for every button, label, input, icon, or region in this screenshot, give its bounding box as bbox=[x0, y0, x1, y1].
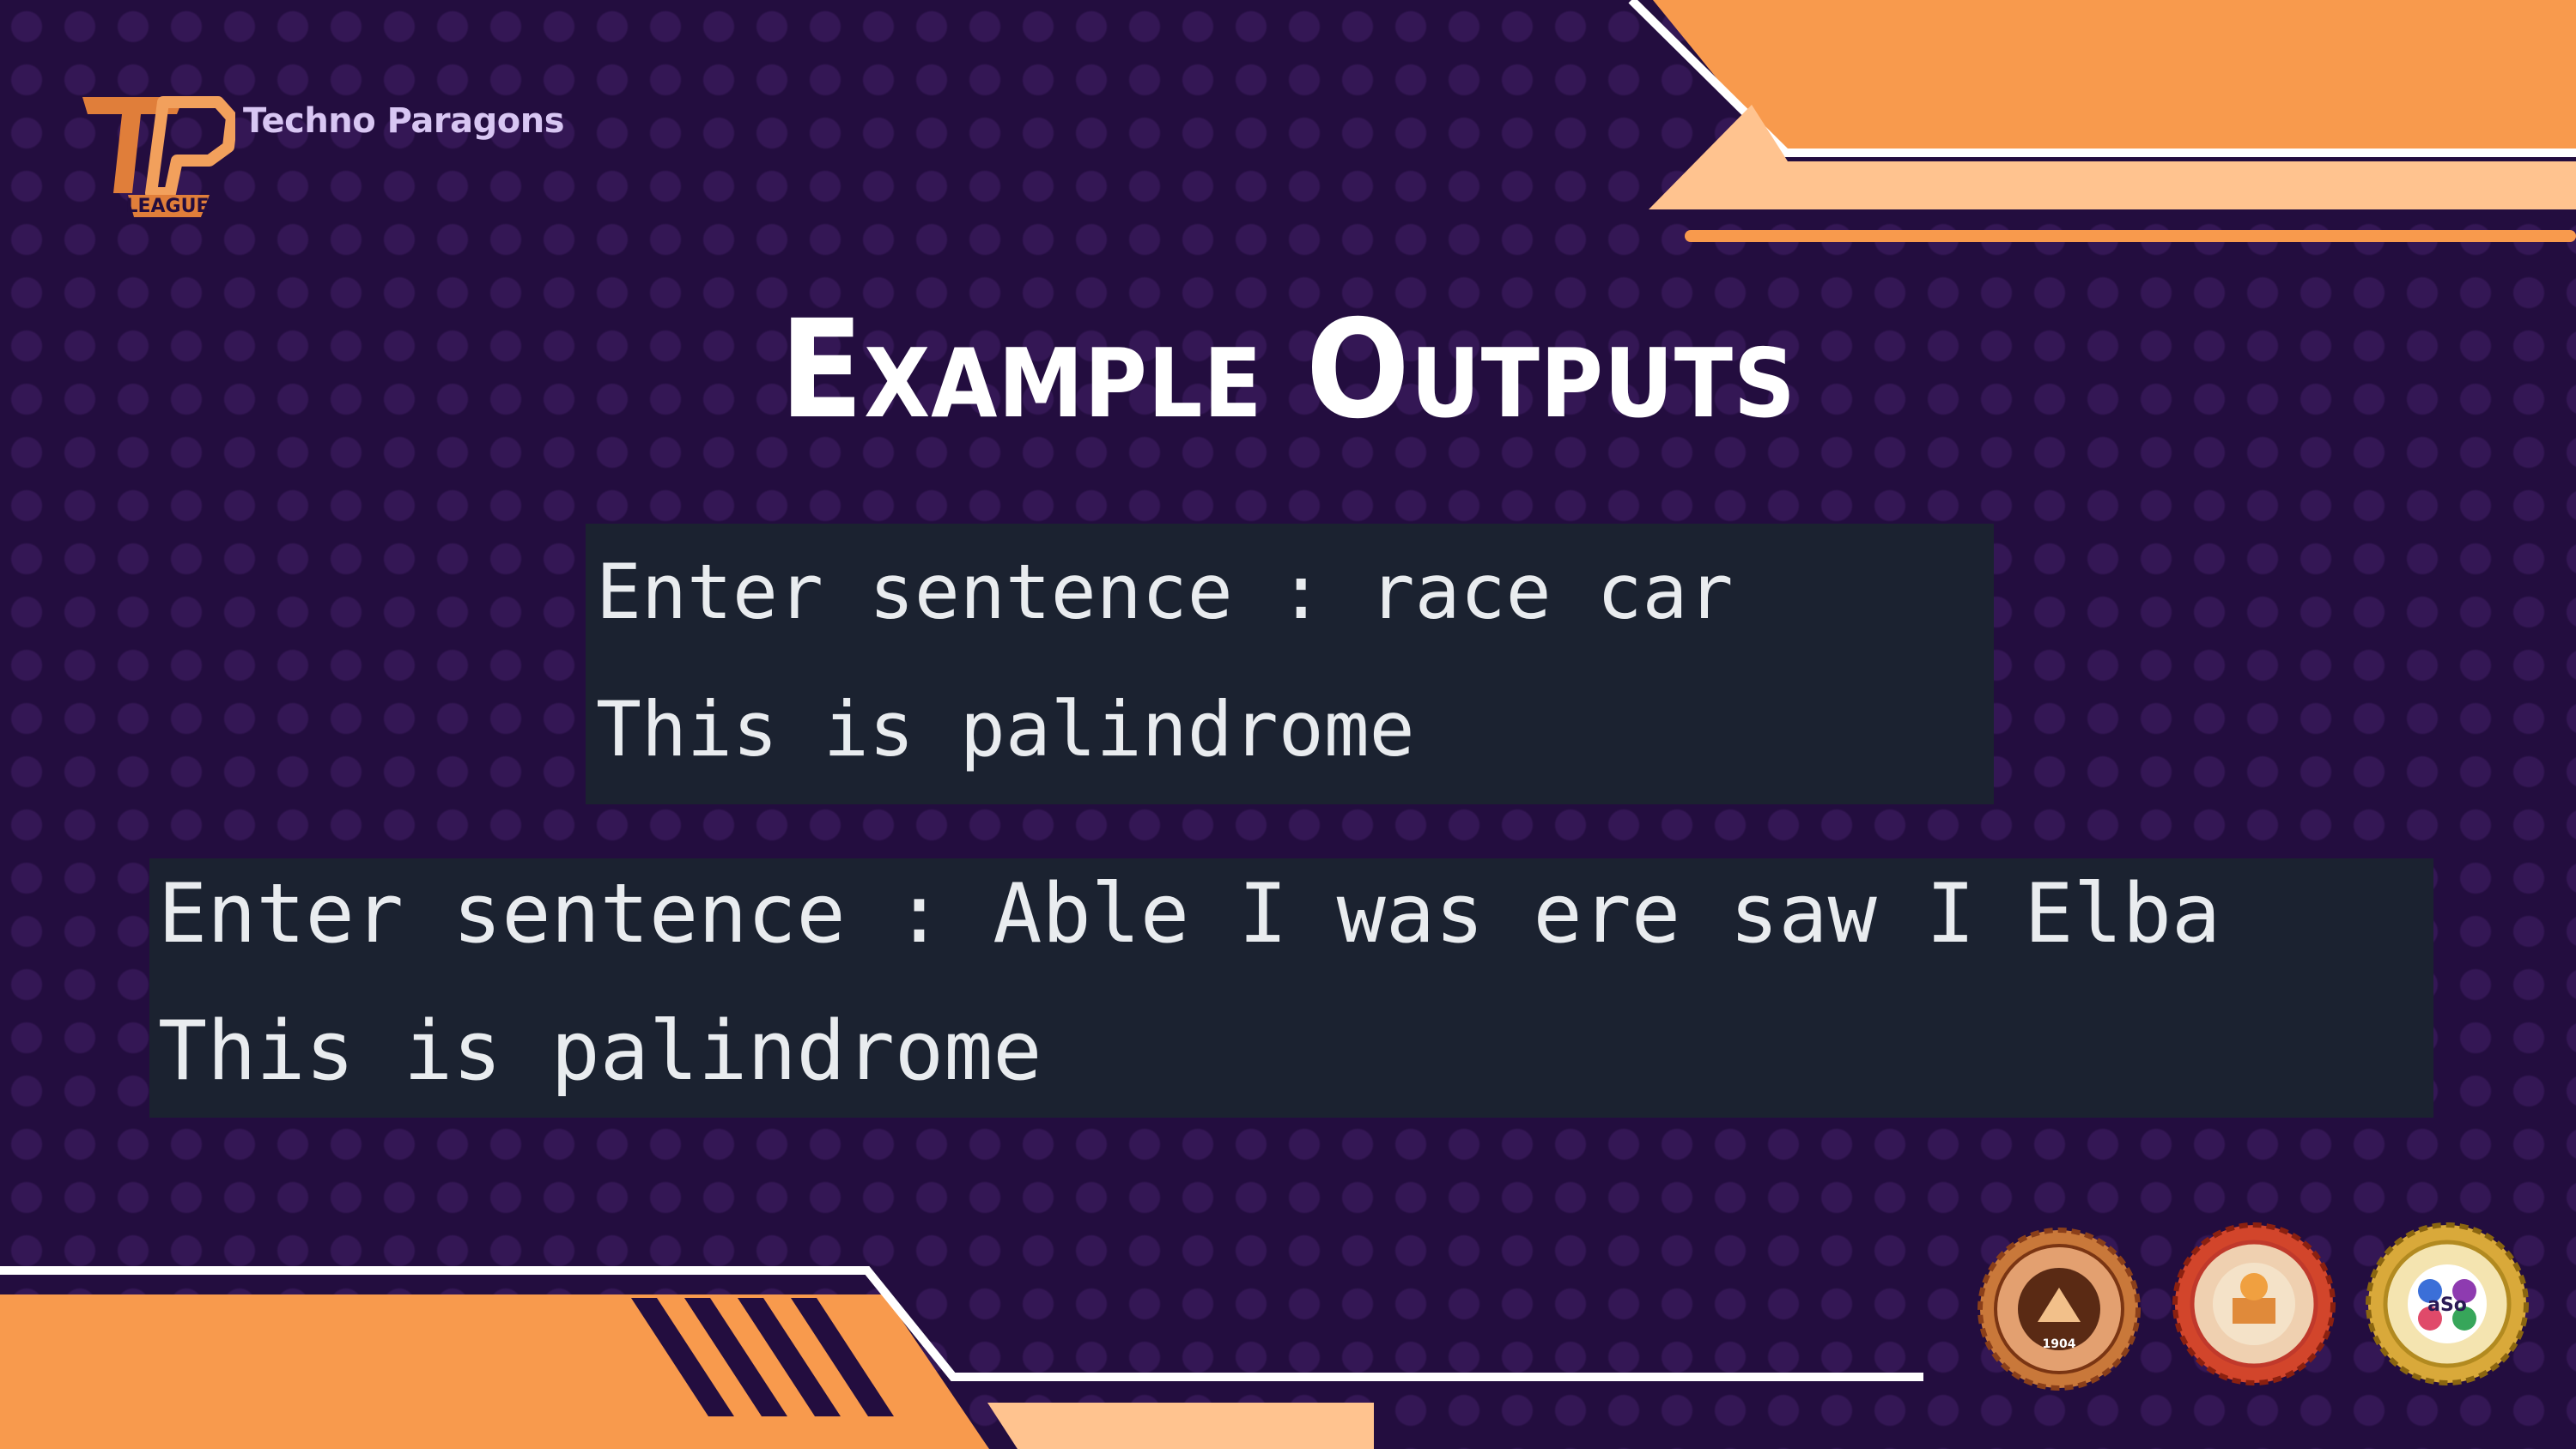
top-right-thin-line bbox=[1685, 230, 2576, 242]
brand-name: Techno Paragons bbox=[243, 101, 565, 141]
terminal-result-line: This is palindrome bbox=[596, 685, 1415, 773]
top-right-orange-band bbox=[1653, 0, 2576, 153]
logo-subtext: LEAGUE bbox=[125, 196, 209, 217]
techno-paragons-logo: LEAGUE bbox=[81, 90, 238, 219]
terminal-prompt-line: Enter sentence : race car bbox=[596, 548, 1734, 636]
slide-title: Example Outputs bbox=[780, 291, 1796, 449]
college-ict-seal bbox=[2172, 1222, 2336, 1385]
bottom-light-band bbox=[987, 1403, 1374, 1449]
student-organization-seal: aSo bbox=[2366, 1222, 2529, 1385]
terminal-output-1: Enter sentence : race car This is palind… bbox=[586, 524, 1994, 804]
terminal-prompt-line: Enter sentence : Able I was ere saw I El… bbox=[158, 867, 2221, 961]
bulacan-state-university-seal: 1904 bbox=[1978, 1228, 2141, 1391]
terminal-result-line: This is palindrome bbox=[158, 1004, 1042, 1099]
seal-year: 1904 bbox=[2043, 1337, 2076, 1351]
terminal-output-2: Enter sentence : Able I was ere saw I El… bbox=[149, 858, 2433, 1118]
seal-monogram: aSo bbox=[2427, 1294, 2467, 1316]
